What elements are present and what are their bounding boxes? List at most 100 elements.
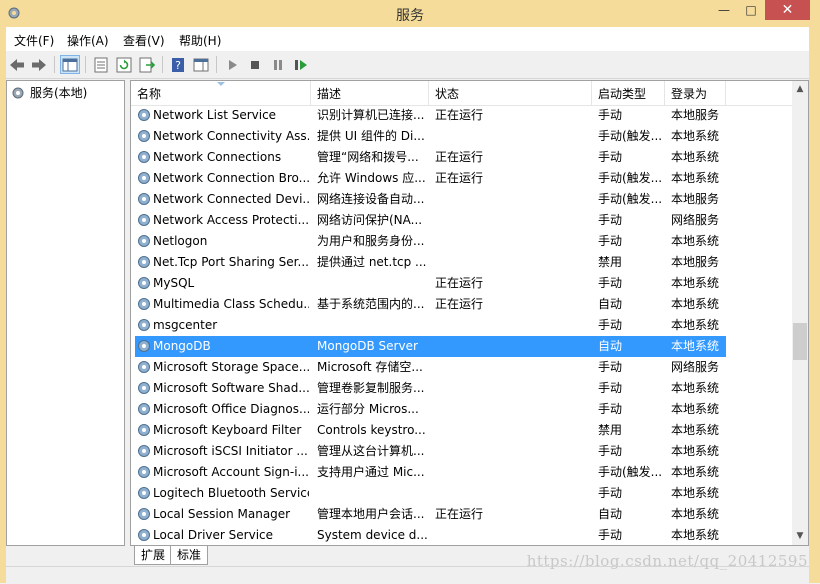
service-description: Controls keystro... — [317, 423, 426, 437]
restart-icon — [295, 59, 307, 70]
service-description: 允许 Windows 应... — [317, 171, 426, 185]
table-row[interactable]: Local Session Manager 管理本地用户会话... 正在运行 自动 本地… — [131, 504, 793, 525]
column-header-description[interactable]: 描述 — [311, 81, 429, 105]
service-description: 网络访问保护(NA... — [317, 213, 423, 227]
service-startup-type: 手动 — [598, 213, 623, 227]
table-row[interactable]: Network List Service 识别计算机已连接... 正在运行 手动 本地服… — [131, 105, 793, 126]
stop-icon — [251, 60, 259, 69]
menu-help[interactable]: 帮助(H) — [179, 32, 221, 49]
table-row[interactable]: Logitech Bluetooth Service 手动 本地系统 — [131, 483, 793, 504]
back-button[interactable] — [7, 55, 27, 74]
show-action-pane-button[interactable] — [191, 55, 211, 74]
column-header-status[interactable]: 状态 — [429, 81, 592, 105]
table-row[interactable]: Network Connected Devi... 网络连接设备自动... 手动(触… — [131, 189, 793, 210]
service-description — [317, 315, 429, 336]
service-description: 提供 UI 组件的 Di... — [317, 129, 425, 143]
service-log-on-as: 本地系统 — [671, 150, 720, 164]
table-row[interactable]: Network Connectivity Ass... 提供 UI 组件的 Di.… — [131, 126, 793, 147]
scroll-up-arrow-icon[interactable]: ▲ — [792, 81, 808, 98]
service-name: MongoDB — [153, 339, 211, 353]
service-name: Net.Tcp Port Sharing Ser... — [153, 255, 309, 269]
column-header-log-on-as[interactable]: 登录为 — [665, 81, 726, 105]
maximize-button[interactable]: □ — [737, 0, 765, 20]
window-frame-right — [809, 27, 820, 583]
service-log-on-as: 本地系统 — [671, 381, 720, 395]
service-status — [435, 315, 595, 336]
service-log-on-as: 本地系统 — [671, 297, 720, 311]
restart-service-button[interactable] — [291, 55, 311, 74]
show-hide-console-tree-button[interactable] — [60, 55, 80, 74]
pause-icon — [274, 59, 282, 70]
service-status — [435, 210, 595, 231]
start-service-button[interactable] — [222, 55, 242, 74]
table-row[interactable]: Microsoft iSCSI Initiator ... 管理从这台计算机...… — [131, 441, 793, 462]
properties-button[interactable] — [91, 55, 111, 74]
menu-view[interactable]: 查看(V) — [123, 32, 165, 49]
refresh-button[interactable] — [114, 55, 134, 74]
menu-bar: 文件(F) 操作(A) 查看(V) 帮助(H) — [6, 27, 809, 51]
watermark-text: https://blog.csdn.net/qq_20412595 — [526, 552, 808, 570]
toolbar-separator — [162, 56, 163, 73]
service-status — [435, 126, 595, 147]
scroll-down-arrow-icon[interactable]: ▼ — [792, 528, 808, 545]
table-row[interactable]: Network Access Protecti... 网络访问保护(NA... 手动… — [131, 210, 793, 231]
table-row[interactable]: Microsoft Office Diagnos... 运行部分 Micros..… — [131, 399, 793, 420]
tree-item-label: 服务(本地) — [30, 86, 88, 100]
help-book-icon: ? — [172, 57, 184, 72]
service-gear-icon — [136, 359, 152, 375]
service-name: MySQL — [153, 276, 195, 290]
service-status — [435, 252, 595, 273]
service-name: Microsoft iSCSI Initiator ... — [153, 444, 308, 458]
forward-button[interactable] — [29, 55, 49, 74]
scrollbar-thumb[interactable] — [793, 323, 807, 360]
table-row[interactable]: Microsoft Account Sign-i... 支持用户通过 Mic...… — [131, 462, 793, 483]
table-row[interactable]: Multimedia Class Schedu... 基于系统范围内的... 正在运… — [131, 294, 793, 315]
service-status: 正在运行 — [435, 507, 484, 521]
table-row[interactable]: MongoDB MongoDB Server 自动 本地系统 — [131, 336, 793, 357]
play-icon — [229, 59, 237, 70]
table-row[interactable]: Net.Tcp Port Sharing Ser... 提供通过 net.tcp … — [131, 252, 793, 273]
table-row[interactable]: Local Driver Service System device d... 手动… — [131, 525, 793, 545]
service-gear-icon — [136, 527, 152, 543]
table-row[interactable]: Network Connections 管理“网络和拨号... 正在运行 手动 本地系统 — [131, 147, 793, 168]
table-row[interactable]: Netlogon 为用户和服务身份... 手动 本地系统 — [131, 231, 793, 252]
service-name: Microsoft Office Diagnos... — [153, 402, 309, 416]
tab-standard[interactable]: 标准 — [170, 546, 209, 565]
pause-service-button[interactable] — [268, 55, 288, 74]
service-log-on-as: 本地服务 — [671, 255, 720, 269]
service-name: Microsoft Storage Space... — [153, 360, 309, 374]
export-list-button[interactable] — [137, 55, 157, 74]
minimize-button[interactable]: — — [709, 0, 739, 20]
stop-service-button[interactable] — [245, 55, 265, 74]
table-row[interactable]: msgcenter 手动 本地系统 — [131, 315, 793, 336]
service-rows: Network List Service 识别计算机已连接... 正在运行 手动 本地服… — [131, 105, 793, 545]
service-gear-icon — [136, 191, 152, 207]
tab-extended[interactable]: 扩展 — [134, 546, 173, 565]
service-gear-icon — [136, 380, 152, 396]
service-startup-type: 手动 — [598, 444, 623, 458]
services-gear-icon — [12, 87, 24, 98]
column-header-startup-type[interactable]: 启动类型 — [592, 81, 665, 105]
close-button[interactable]: ✕ — [765, 0, 810, 20]
service-name: Netlogon — [153, 234, 208, 248]
table-row[interactable]: Network Connection Bro... 允许 Windows 应...… — [131, 168, 793, 189]
tree-item-services-local[interactable]: 服务(本地) — [10, 84, 87, 101]
table-row[interactable]: MySQL 正在运行 手动 本地系统 — [131, 273, 793, 294]
vertical-scrollbar[interactable]: ▲ ▼ — [792, 81, 808, 545]
table-row[interactable]: Microsoft Software Shad... 管理卷影复制服务... 手动 本… — [131, 378, 793, 399]
menu-action[interactable]: 操作(A) — [67, 32, 109, 49]
service-startup-type: 手动 — [598, 360, 623, 374]
service-description: Microsoft 存储空... — [317, 360, 423, 374]
menu-file[interactable]: 文件(F) — [14, 32, 54, 49]
service-startup-type: 手动 — [598, 108, 623, 122]
export-list-icon — [139, 57, 155, 72]
service-name: Network Connectivity Ass... — [153, 129, 309, 143]
toolbar-separator — [216, 56, 217, 73]
table-row[interactable]: Microsoft Storage Space... Microsoft 存储空.… — [131, 357, 793, 378]
service-description: 基于系统范围内的... — [317, 297, 425, 311]
service-status: 正在运行 — [435, 297, 484, 311]
help-button[interactable]: ? — [168, 55, 188, 74]
service-log-on-as: 本地系统 — [671, 507, 720, 521]
table-row[interactable]: Microsoft Keyboard Filter Controls keystr… — [131, 420, 793, 441]
service-gear-icon — [136, 128, 152, 144]
